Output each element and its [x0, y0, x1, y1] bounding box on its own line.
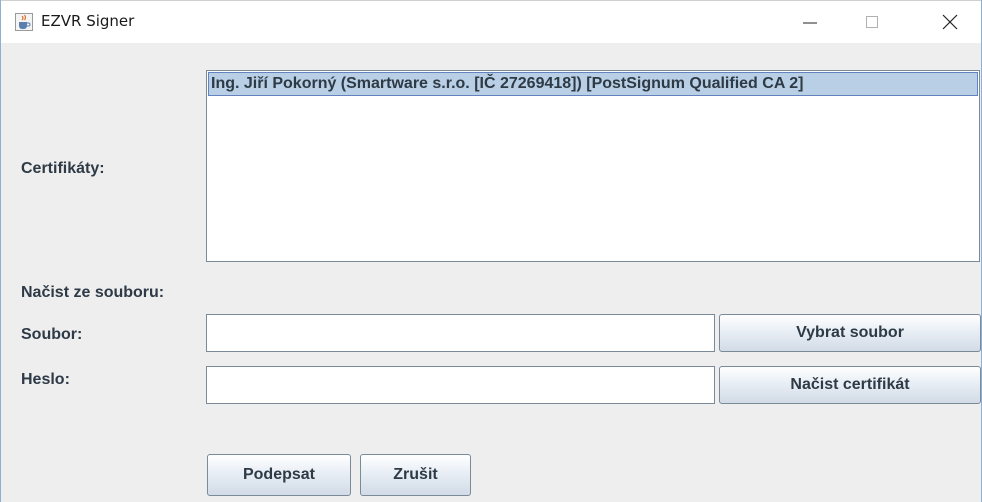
file-input[interactable] [206, 314, 715, 352]
window-title: EZVR Signer [41, 12, 135, 30]
app-window: EZVR Signer Certifikáty: Ing. Jiří Pokor… [0, 0, 982, 502]
certificate-item-selected[interactable]: Ing. Jiří Pokorný (Smartware s.r.o. [IČ … [208, 72, 978, 96]
password-input[interactable] [206, 366, 715, 404]
file-label: Soubor: [21, 326, 83, 343]
minimize-icon [803, 22, 817, 24]
java-coffee-icon [15, 13, 33, 31]
maximize-button[interactable] [849, 1, 895, 43]
load-from-file-label: Načist ze souboru: [21, 284, 165, 301]
close-button[interactable] [927, 1, 973, 43]
certificates-list[interactable]: Ing. Jiří Pokorný (Smartware s.r.o. [IČ … [206, 70, 980, 262]
minimize-button[interactable] [787, 1, 833, 43]
password-label: Heslo: [21, 371, 70, 388]
sign-button[interactable]: Podepsat [207, 454, 351, 496]
maximize-icon [866, 16, 878, 28]
load-certificate-button[interactable]: Načist certifikát [719, 366, 981, 404]
cancel-button[interactable]: Zrušit [360, 454, 471, 496]
close-icon [942, 14, 958, 30]
certificates-label: Certifikáty: [21, 160, 105, 177]
choose-file-button[interactable]: Vybrat soubor [719, 314, 981, 352]
title-bar[interactable]: EZVR Signer [1, 0, 981, 43]
